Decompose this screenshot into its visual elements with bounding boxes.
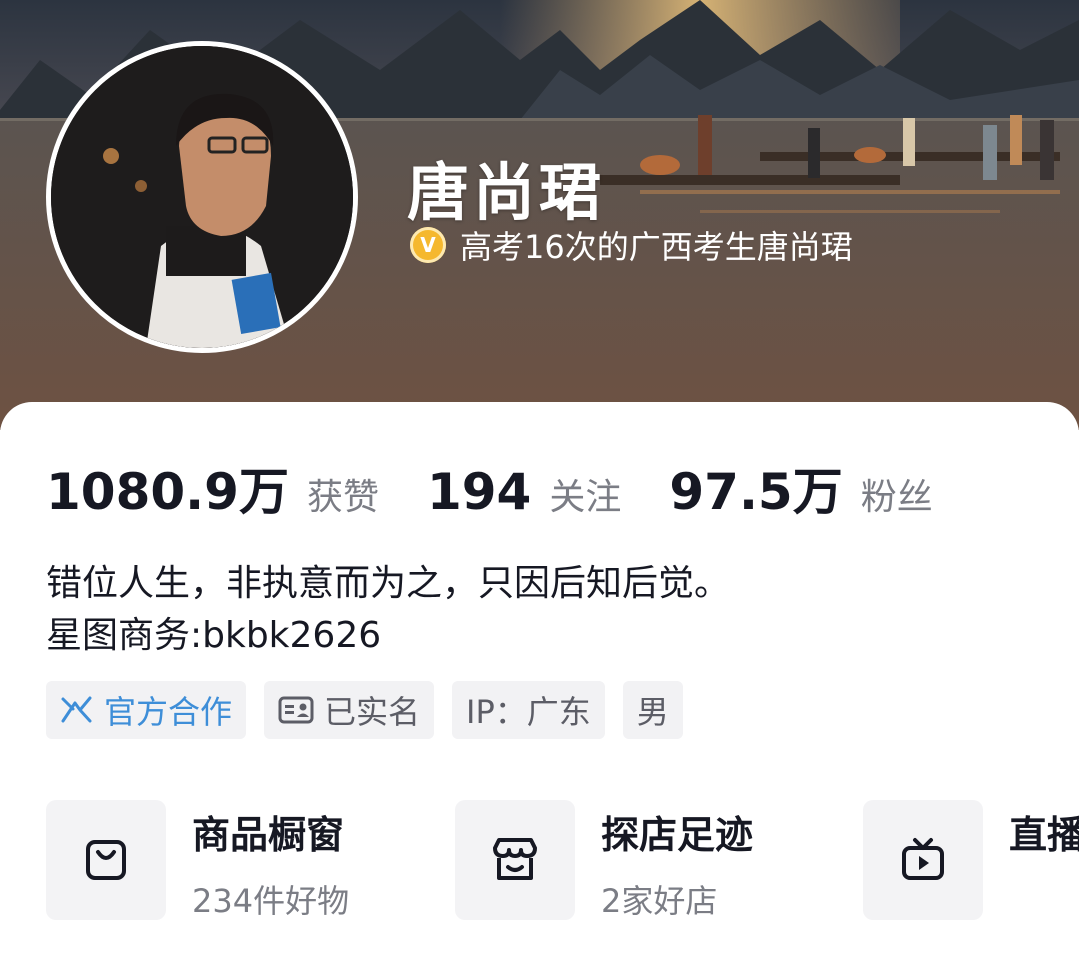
feature-title: 直播 bbox=[1009, 813, 1079, 857]
official-cooperation-icon bbox=[60, 695, 94, 725]
bio-line-1: 错位人生，非执意而为之，只因后知后觉。 bbox=[46, 563, 731, 604]
verification-text: 高考16次的广西考生唐尚珺 bbox=[460, 228, 853, 266]
avatar-photo bbox=[51, 46, 353, 348]
feature-title: 探店足迹 bbox=[601, 813, 754, 857]
tag-label: 官方合作 bbox=[104, 693, 233, 731]
followers-label[interactable]: 粉丝 bbox=[861, 468, 933, 520]
bio-line-2: 星图商务:bkbk2626 bbox=[46, 615, 382, 656]
shopping-bag-icon bbox=[86, 840, 126, 880]
feature-icon-box bbox=[863, 800, 983, 920]
id-card-icon bbox=[278, 696, 314, 724]
tag-real-name[interactable]: 已实名 bbox=[264, 681, 435, 739]
feature-icon-box bbox=[46, 800, 166, 920]
tag-ip-location[interactable]: IP：广东 bbox=[452, 681, 605, 739]
profile-bio: 错位人生，非执意而为之，只因后知后觉。 星图商务:bkbk2626 bbox=[46, 558, 730, 662]
tag-label: 男 bbox=[636, 693, 669, 731]
feature-title: 商品橱窗 bbox=[192, 813, 345, 857]
feature-icon-box bbox=[455, 800, 575, 920]
likes-count[interactable]: 1080.9万 bbox=[46, 452, 289, 524]
avatar[interactable] bbox=[46, 41, 358, 353]
following-label[interactable]: 关注 bbox=[549, 468, 621, 520]
likes-label[interactable]: 获赞 bbox=[307, 468, 379, 520]
tag-label: IP：广东 bbox=[466, 693, 591, 731]
feature-entries: 商品橱窗 234件好物 探店足迹 2家好店 直播 bbox=[46, 800, 1079, 920]
feature-subtitle: 2家好店 bbox=[601, 882, 718, 920]
store-icon bbox=[493, 838, 537, 880]
tv-icon bbox=[902, 838, 944, 880]
tag-official-cooperation[interactable]: 官方合作 bbox=[46, 681, 247, 739]
verified-badge-icon: V bbox=[410, 227, 446, 263]
tag-gender[interactable]: 男 bbox=[622, 681, 683, 739]
followers-count[interactable]: 97.5万 bbox=[669, 452, 842, 524]
verification-row: V 高考16次的广西考生唐尚珺 bbox=[410, 222, 853, 268]
tag-label: 已实名 bbox=[324, 693, 421, 731]
stats-row: 1080.9万 获赞 194 关注 97.5万 粉丝 bbox=[46, 452, 981, 524]
verified-badge-letter: V bbox=[420, 233, 436, 257]
profile-tags: 官方合作 已实名 IP：广东 男 bbox=[46, 681, 701, 739]
following-count[interactable]: 194 bbox=[427, 463, 531, 521]
feature-subtitle: 234件好物 bbox=[192, 882, 350, 920]
profile-name: 唐尚珺 bbox=[407, 156, 606, 229]
